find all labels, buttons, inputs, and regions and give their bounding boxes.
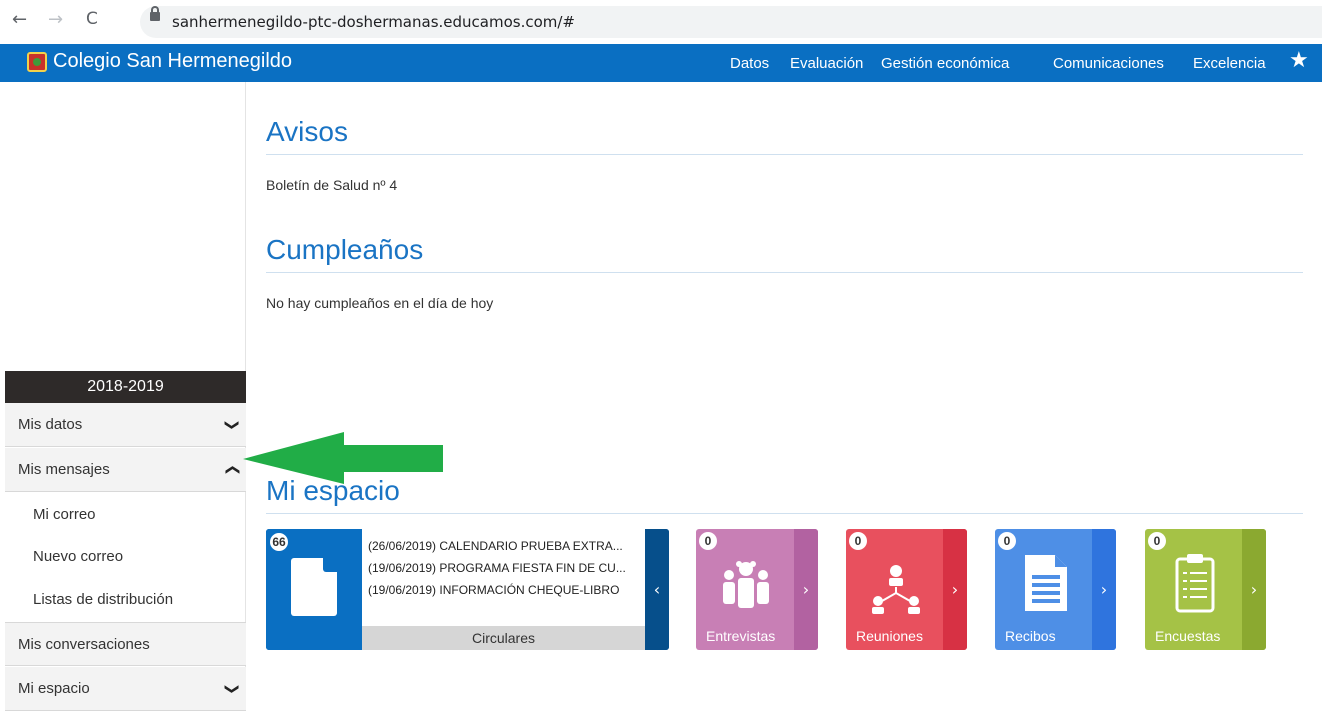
people-group-icon	[723, 561, 769, 608]
sidebar-item-label: Mis datos	[18, 416, 83, 433]
circulares-tile[interactable]: 66 (26/06/2019) CALENDARIO PRUEBA EXTRA.…	[266, 529, 669, 650]
nav-evaluacion[interactable]: Evaluación	[790, 55, 863, 72]
circular-item[interactable]: (19/06/2019) PROGRAMA FIESTA FIN DE CU..…	[368, 561, 643, 575]
entrevistas-count-badge: 0	[699, 532, 717, 550]
nav-comunicaciones[interactable]: Comunicaciones	[1053, 55, 1164, 72]
star-icon[interactable]: ★	[1289, 48, 1309, 73]
divider	[266, 154, 1303, 155]
chevron-down-icon: ❯	[224, 683, 241, 695]
entrevistas-next-button[interactable]: ›	[794, 529, 818, 650]
encuestas-next-button[interactable]: ›	[1242, 529, 1266, 650]
reuniones-label: Reuniones	[856, 628, 923, 644]
sidebar-item-mis-conversaciones[interactable]: Mis conversaciones	[5, 622, 246, 666]
nav-excelencia[interactable]: Excelencia	[1193, 55, 1266, 72]
sidebar-item-mis-datos[interactable]: Mis datos ❯	[5, 403, 246, 447]
browser-toolbar: ← → C sanhermenegildo-ptc-doshermanas.ed…	[0, 0, 1322, 44]
sidebar: 2018-2019 Mis datos ❯ Mis mensajes ❯ Mi …	[0, 82, 246, 711]
circulares-count-badge: 66	[268, 531, 290, 553]
forward-icon[interactable]: →	[48, 9, 63, 30]
cumpleanos-text: No hay cumpleaños en el día de hoy	[266, 295, 494, 311]
app-header: Colegio San Hermenegildo Datos Evaluació…	[0, 44, 1322, 82]
meeting-icon	[872, 565, 920, 614]
encuestas-tile[interactable]: 0 Encuestas ›	[1145, 529, 1266, 650]
entrevistas-label: Entrevistas	[706, 628, 776, 644]
circulares-list: (26/06/2019) CALENDARIO PRUEBA EXTRA... …	[362, 529, 645, 626]
sidebar-item-label: Mis conversaciones	[18, 636, 150, 653]
document-icon	[291, 558, 337, 616]
cumpleanos-title: Cumpleaños	[266, 234, 424, 265]
recibos-next-button[interactable]: ›	[1092, 529, 1116, 650]
entrevistas-tile[interactable]: 0 Entrevistas ›	[696, 529, 818, 650]
circular-item[interactable]: (26/06/2019) CALENDARIO PRUEBA EXTRA...	[368, 539, 643, 553]
encuestas-count-badge: 0	[1148, 532, 1166, 550]
school-logo-icon	[27, 52, 47, 72]
divider	[266, 272, 1303, 273]
sidebar-item-label: Mi espacio	[18, 680, 90, 697]
receipt-icon	[1025, 555, 1067, 611]
nav-datos[interactable]: Datos	[730, 55, 769, 72]
clipboard-icon	[1175, 554, 1215, 613]
sidebar-item-mi-espacio[interactable]: Mi espacio ❯	[5, 667, 246, 711]
circular-item[interactable]: (19/06/2019) INFORMACIÓN CHEQUE-LIBRO	[368, 583, 643, 597]
sidebar-subitem-nuevo-correo[interactable]: Nuevo correo	[5, 536, 241, 578]
reuniones-next-button[interactable]: ›	[943, 529, 967, 650]
url-text[interactable]: sanhermenegildo-ptc-doshermanas.educamos…	[172, 13, 575, 31]
recibos-tile[interactable]: 0 Recibos ›	[995, 529, 1116, 650]
green-arrow-icon	[243, 432, 443, 484]
reuniones-tile[interactable]: 0 Reuniones ›	[846, 529, 967, 650]
school-year: 2018-2019	[5, 371, 246, 403]
chevron-down-icon: ❯	[224, 419, 241, 431]
back-icon[interactable]: ←	[12, 9, 27, 30]
sidebar-item-mis-mensajes[interactable]: Mis mensajes ❯	[5, 448, 246, 492]
school-title[interactable]: Colegio San Hermenegildo	[53, 50, 292, 73]
sidebar-subitem-listas-distribucion[interactable]: Listas de distribución	[5, 579, 241, 621]
reuniones-count-badge: 0	[849, 532, 867, 550]
nav-gestion-economica[interactable]: Gestión económica	[881, 55, 1009, 72]
encuestas-label: Encuestas	[1155, 628, 1221, 644]
circulares-prev-button[interactable]: ‹	[645, 529, 669, 650]
reload-icon[interactable]: C	[86, 9, 98, 29]
recibos-label: Recibos	[1005, 628, 1056, 644]
avisos-title: Avisos	[266, 116, 348, 147]
sidebar-item-label: Mis mensajes	[18, 461, 110, 478]
lock-icon	[150, 6, 160, 21]
avisos-item[interactable]: Boletín de Salud nº 4	[266, 177, 397, 193]
sidebar-subitem-mi-correo[interactable]: Mi correo	[5, 494, 241, 536]
recibos-count-badge: 0	[998, 532, 1016, 550]
circulares-label[interactable]: Circulares	[362, 626, 645, 650]
